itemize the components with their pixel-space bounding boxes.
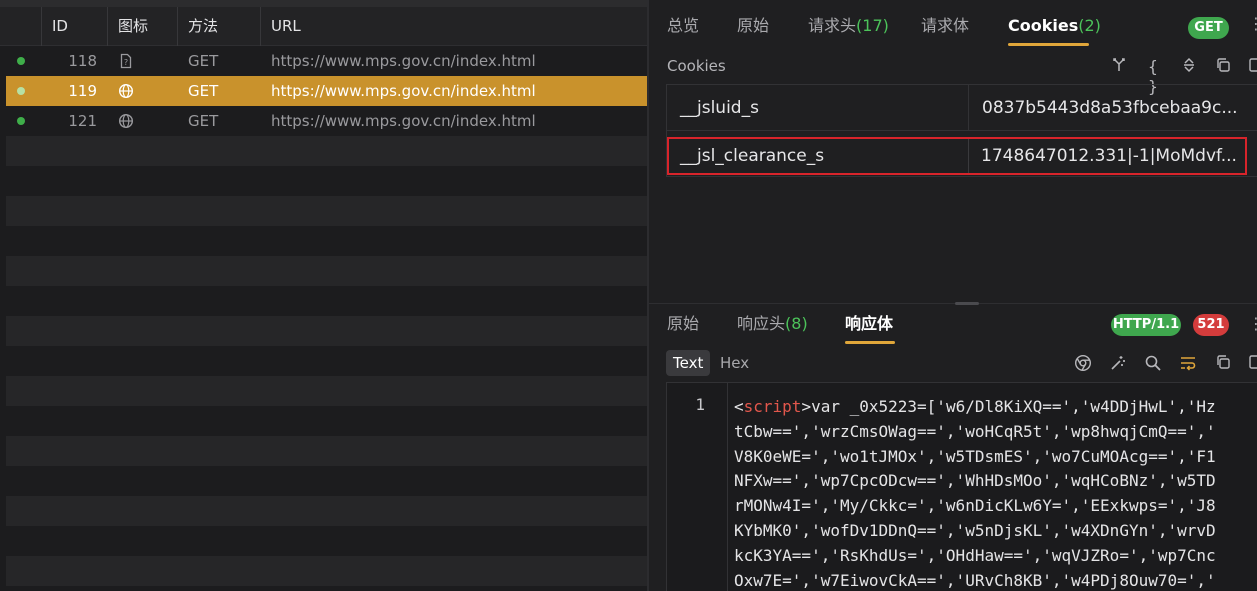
code-line: NFXw==','wp7CpcODcw==','WhHDsMOo','wqHCo…	[734, 471, 1216, 491]
header-id[interactable]: ID	[41, 7, 107, 46]
view-mode-hex[interactable]: Hex	[713, 350, 756, 376]
row-method: GET	[188, 112, 219, 130]
copy-icon[interactable]	[1213, 354, 1233, 374]
magic-wand-icon[interactable]	[1108, 354, 1128, 374]
active-tab-indicator	[845, 341, 895, 344]
tab-cookies[interactable]: Cookies(2)	[1008, 0, 1101, 48]
row-url: https://www.mps.gov.cn/index.html	[271, 52, 536, 70]
status-dot	[17, 87, 25, 95]
code-line: Oxw7E=','w7EiwovCkA==','URvCh8KB','w4PDj…	[734, 570, 1216, 590]
code-line: rMONw4I=','My/Ckkc=','w6nDicKLw6Y=','EEx…	[734, 496, 1216, 516]
empty-row	[6, 496, 647, 526]
cookie-row[interactable]: __jsluid_s 0837b5443d8a53fbcebaa9c...	[666, 85, 1257, 131]
empty-row	[6, 376, 647, 406]
tab-response-raw[interactable]: 原始	[667, 304, 699, 344]
table-row[interactable]: 121 GET https://www.mps.gov.cn/index.htm…	[6, 106, 647, 136]
line-number: 1	[695, 395, 705, 414]
cookie-value: 0837b5443d8a53fbcebaa9c...	[968, 85, 1257, 131]
response-body-editor[interactable]: 1 <script>var _0x5223=['w6/Dl8KiXQ==','w…	[666, 382, 1257, 591]
table-row-selected[interactable]: 119 GET https://www.mps.gov.cn/index.htm…	[6, 76, 647, 106]
wrap-icon[interactable]	[1178, 354, 1198, 374]
empty-row	[6, 136, 647, 166]
line-number-gutter: 1	[667, 383, 728, 591]
tab-overview[interactable]: 总览	[667, 0, 699, 48]
copy-icon[interactable]	[1213, 57, 1233, 77]
empty-row	[6, 196, 647, 226]
document-icon: ?	[118, 53, 134, 69]
top-edge	[0, 0, 647, 7]
row-method: GET	[188, 82, 219, 100]
more-options-icon[interactable]: ⋮	[1248, 314, 1257, 333]
chrome-icon[interactable]	[1073, 354, 1093, 374]
header-url[interactable]: URL	[260, 7, 647, 46]
header-method[interactable]: 方法	[177, 7, 260, 46]
status-dot	[17, 117, 25, 125]
tab-count: (17)	[856, 16, 889, 35]
row-url: https://www.mps.gov.cn/index.html	[271, 112, 536, 130]
script-tag: script	[743, 397, 802, 416]
view-mode-text[interactable]: Text	[666, 350, 711, 376]
globe-icon	[118, 113, 134, 129]
row-id: 121	[68, 112, 97, 130]
status-code-badge: 521	[1193, 314, 1229, 336]
tab-request-body[interactable]: 请求体	[921, 0, 969, 48]
code-line: tCbw==','wrzCmsOWag==','woHCqR5t','wp8hw…	[734, 421, 1216, 441]
code-line: V8K0eWE=','wo1tJMOx','w5TDsmES','wo7CuMO…	[734, 446, 1216, 466]
protocol-badge: HTTP/1.1	[1111, 314, 1181, 336]
empty-row	[6, 316, 647, 346]
tab-response-headers[interactable]: 响应头(8)	[737, 304, 808, 344]
expand-collapse-icon[interactable]	[1179, 57, 1199, 77]
row-method: GET	[188, 52, 219, 70]
active-tab-indicator	[1008, 43, 1089, 46]
code-line: kcK3YA==','RsKhdUs=','OHdHaw==','wqVJZRo…	[734, 545, 1216, 565]
braces-icon[interactable]: { }	[1143, 57, 1163, 96]
status-dot	[17, 57, 25, 65]
search-icon[interactable]	[1143, 354, 1163, 374]
header-status-col	[0, 7, 40, 46]
more-options-icon[interactable]: ⋮	[1248, 14, 1257, 33]
cookie-row-highlighted[interactable]: __jsl_clearance_s 1748647012.331|-1|MoMd…	[667, 137, 1247, 175]
header-icon[interactable]: 图标	[107, 7, 177, 46]
merge-icon[interactable]	[1109, 57, 1129, 77]
layout-icon[interactable]	[1245, 354, 1257, 374]
row-url: https://www.mps.gov.cn/index.html	[271, 82, 536, 100]
table-header: ID 图标 方法 URL	[0, 7, 647, 46]
code-line: KYbMK0','wofDv1DDnQ==','w5nDjsKL','w4XDn…	[734, 520, 1216, 540]
empty-row	[6, 436, 647, 466]
request-list-panel: ID 图标 方法 URL 118 ? GET https://www.mps.g…	[0, 0, 647, 591]
method-badge: GET	[1188, 17, 1229, 39]
code-line: <script>var _0x5223=['w6/Dl8KiXQ==','w4D…	[734, 397, 1216, 416]
globe-icon	[118, 83, 134, 99]
tab-raw[interactable]: 原始	[737, 0, 769, 48]
tab-response-body[interactable]: 响应体	[845, 304, 893, 344]
response-panel: 原始 响应头(8) 响应体 HTTP/1.1 521 ⋮ Text Hex 1 …	[649, 304, 1257, 591]
layout-icon[interactable]	[1245, 57, 1257, 77]
cookie-name: __jsluid_s	[680, 98, 759, 118]
row-id: 118	[68, 52, 97, 70]
code-lines[interactable]: <script>var _0x5223=['w6/Dl8KiXQ==','w4D…	[734, 395, 1257, 591]
row-id: 119	[68, 82, 97, 100]
tab-count: (8)	[785, 314, 808, 333]
tab-request-headers[interactable]: 请求头(17)	[808, 0, 889, 48]
cookie-value: 1748647012.331|-1|MoMdvf...	[968, 139, 1247, 173]
svg-text:?: ?	[124, 58, 128, 67]
empty-row	[6, 256, 647, 286]
section-label: Cookies	[667, 57, 726, 75]
table-row[interactable]: 118 ? GET https://www.mps.gov.cn/index.h…	[6, 46, 647, 76]
tab-count: (2)	[1078, 16, 1101, 35]
cookie-name: __jsl_clearance_s	[680, 146, 825, 166]
empty-row	[6, 556, 647, 586]
